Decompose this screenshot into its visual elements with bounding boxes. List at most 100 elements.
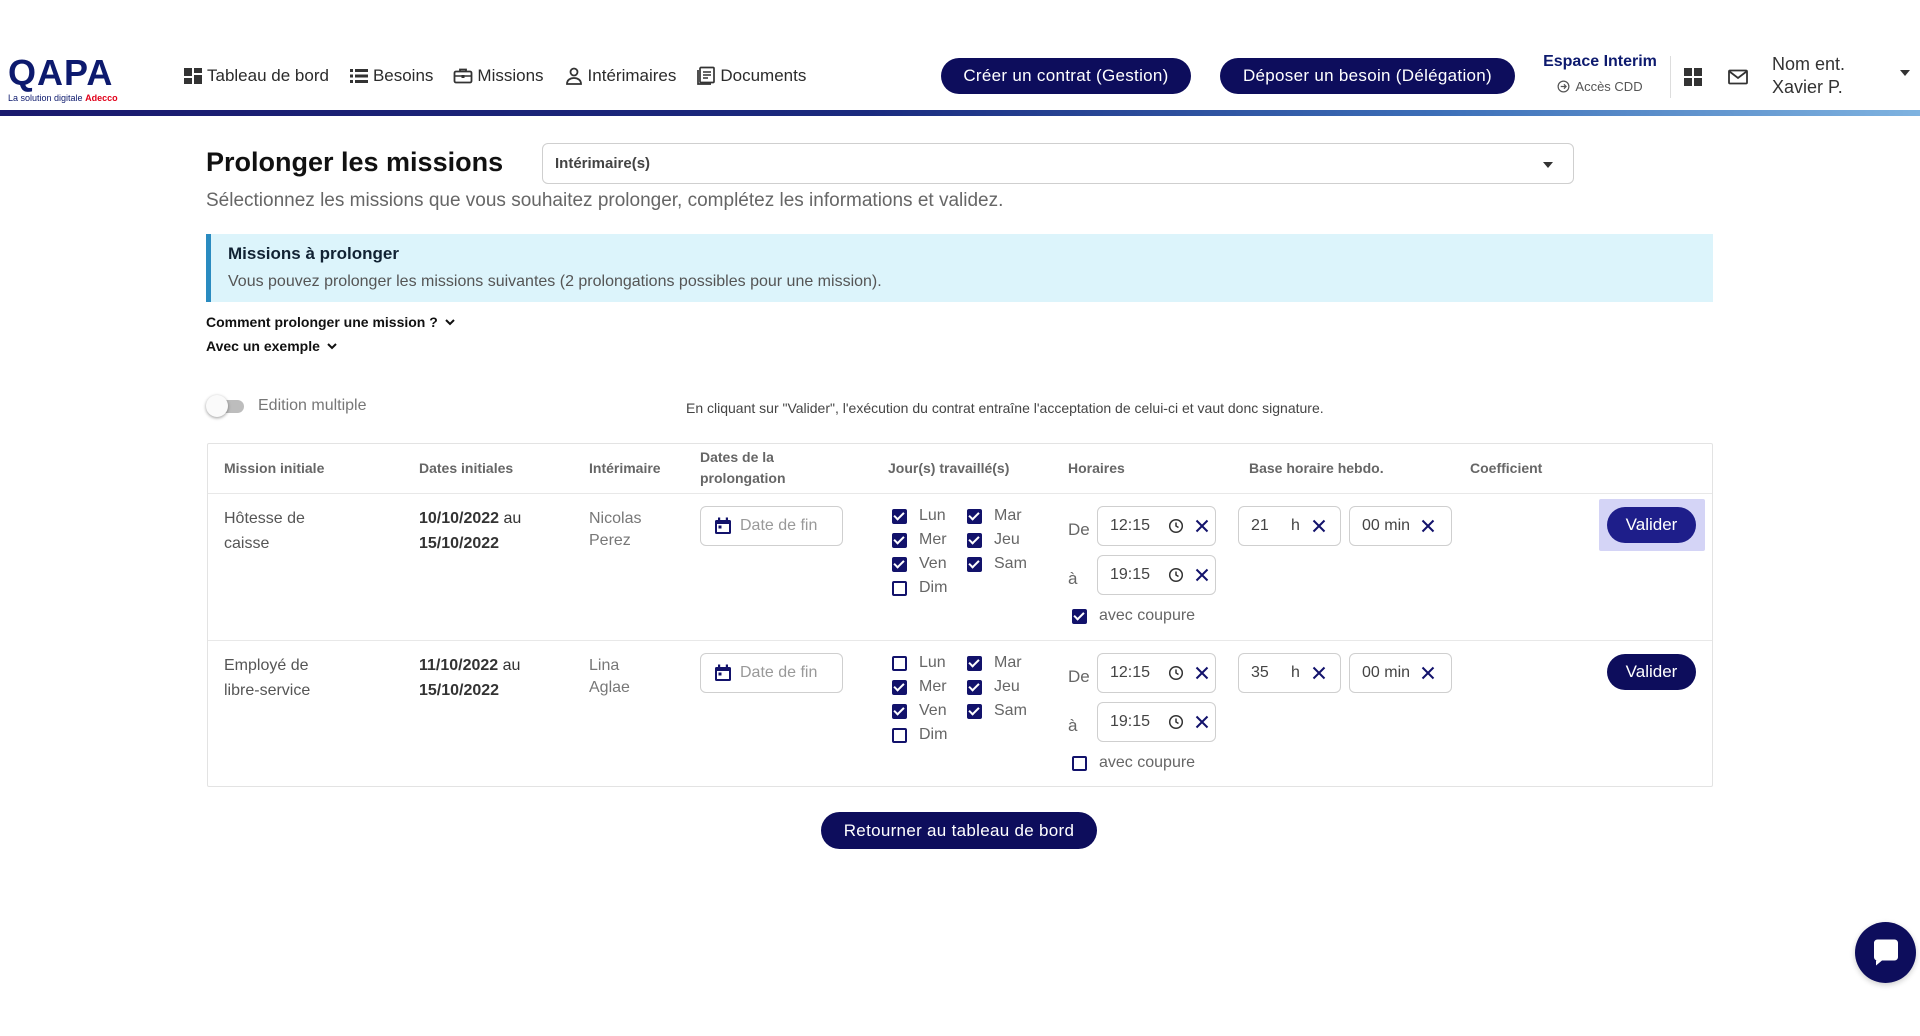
clear-icon[interactable] xyxy=(1194,518,1210,534)
day-checkbox-lun[interactable]: Lun xyxy=(892,507,946,525)
clear-icon[interactable] xyxy=(1420,518,1436,534)
break-checkbox-box[interactable] xyxy=(1072,755,1087,771)
day-checkbox-jeu[interactable]: Jeu xyxy=(967,531,1020,549)
accordion-example[interactable]: Avec un exemple xyxy=(206,338,338,354)
validate-button[interactable]: Valider xyxy=(1607,507,1696,543)
user-caret-icon[interactable] xyxy=(1900,70,1910,76)
clear-icon[interactable] xyxy=(1420,665,1436,681)
weekly-hours-input[interactable]: 21 h xyxy=(1238,506,1341,546)
nav-item-dashboard[interactable]: Tableau de bord xyxy=(183,66,329,86)
day-checkbox-mar[interactable]: Mar xyxy=(967,654,1022,672)
day-label: Jeu xyxy=(994,678,1020,695)
checkbox-mer[interactable] xyxy=(892,679,907,695)
interimaires-select[interactable]: Intérimaire(s) xyxy=(542,143,1574,184)
interim-last-name: Aglae xyxy=(589,679,630,696)
chat-button[interactable] xyxy=(1855,922,1916,983)
initial-dates: 10/10/2022 au 15/10/2022 xyxy=(419,506,521,556)
start-time-input[interactable]: 12:15 xyxy=(1097,653,1216,693)
checkbox-dim[interactable] xyxy=(892,727,907,743)
day-checkbox-sam[interactable]: Sam xyxy=(967,555,1027,573)
espace-interim-switch[interactable]: Espace Interim Accès CDD xyxy=(1540,53,1660,94)
end-date: 15/10/2022 xyxy=(419,682,500,699)
back-to-dashboard-button[interactable]: Retourner au tableau de bord xyxy=(821,812,1097,849)
start-time-input[interactable]: 12:15 xyxy=(1097,506,1216,546)
chat-bubble-icon xyxy=(1873,939,1898,965)
clear-icon[interactable] xyxy=(1311,665,1327,681)
break-checkbox-box[interactable] xyxy=(1072,608,1087,624)
multi-edit-toggle[interactable]: Edition multiple xyxy=(206,395,367,417)
start-time-value: 12:15 xyxy=(1110,517,1151,534)
day-checkbox-ven[interactable]: Ven xyxy=(892,555,947,573)
end-time-input[interactable]: 19:15 xyxy=(1097,702,1216,742)
nav-item-besoins[interactable]: Besoins xyxy=(349,66,433,86)
header-divider xyxy=(1670,56,1671,98)
clear-icon[interactable] xyxy=(1194,567,1210,583)
checkbox-ven[interactable] xyxy=(892,556,907,572)
checkbox-lun[interactable] xyxy=(892,655,907,671)
toggle-switch[interactable] xyxy=(206,395,246,417)
mail-icon[interactable] xyxy=(1727,66,1749,88)
day-checkbox-dim[interactable]: Dim xyxy=(892,726,947,744)
clock-icon[interactable] xyxy=(1168,665,1184,681)
clock-icon[interactable] xyxy=(1168,518,1184,534)
apps-grid-icon[interactable] xyxy=(1682,66,1704,88)
user-company: Nom ent. xyxy=(1772,54,1846,74)
day-checkbox-sam[interactable]: Sam xyxy=(967,702,1027,720)
end-date: 15/10/2022 xyxy=(419,535,500,552)
checkbox-mar[interactable] xyxy=(967,655,982,671)
page-title: Prolonger les missions xyxy=(206,147,504,177)
day-label: Ven xyxy=(919,555,947,572)
nav-item-documents[interactable]: Documents xyxy=(696,66,806,86)
extension-end-date-input[interactable]: Date de fin xyxy=(700,506,843,546)
day-checkbox-mar[interactable]: Mar xyxy=(967,507,1022,525)
weekly-minutes-value: 00 min xyxy=(1362,664,1411,681)
clock-icon[interactable] xyxy=(1168,714,1184,730)
checkbox-ven[interactable] xyxy=(892,703,907,719)
dashboard-icon xyxy=(184,68,202,84)
nav-item-interimaires[interactable]: Intérimaires xyxy=(564,66,677,86)
validate-button[interactable]: Valider xyxy=(1607,654,1696,690)
toggle-knob xyxy=(206,395,228,417)
day-checkbox-jeu[interactable]: Jeu xyxy=(967,678,1020,696)
break-checkbox[interactable]: avec coupure xyxy=(1072,607,1195,625)
nav-label: Intérimaires xyxy=(587,66,677,85)
user-menu[interactable]: Nom ent. Xavier P. xyxy=(1772,53,1845,99)
day-checkbox-ven[interactable]: Ven xyxy=(892,702,947,720)
user-name: Xavier P. xyxy=(1772,77,1843,97)
app-header: QAPA La solution digitale Adecco Tableau… xyxy=(0,0,1920,117)
from-label: De xyxy=(1068,520,1090,539)
weekly-minutes-input[interactable]: 00 min xyxy=(1349,653,1452,693)
col-header-interim: Intérimaire xyxy=(589,460,661,476)
break-checkbox[interactable]: avec coupure xyxy=(1072,754,1195,772)
checkbox-jeu[interactable] xyxy=(967,679,982,695)
espace-sub[interactable]: Accès CDD xyxy=(1540,79,1660,94)
checkbox-lun[interactable] xyxy=(892,508,907,524)
checkbox-mer[interactable] xyxy=(892,532,907,548)
day-checkbox-mer[interactable]: Mer xyxy=(892,531,947,549)
col-header-base: Base horaire hebdo. xyxy=(1249,460,1384,476)
interim-last-name: Perez xyxy=(589,532,631,549)
nav-item-missions[interactable]: Missions xyxy=(453,66,544,86)
checkbox-sam[interactable] xyxy=(967,703,982,719)
checkbox-dim[interactable] xyxy=(892,580,907,596)
deposit-need-button[interactable]: Déposer un besoin (Délégation) xyxy=(1220,58,1515,94)
day-checkbox-lun[interactable]: Lun xyxy=(892,654,946,672)
clear-icon[interactable] xyxy=(1194,714,1210,730)
day-label: Lun xyxy=(919,654,946,671)
accordion-how-to[interactable]: Comment prolonger une mission ? xyxy=(206,314,456,330)
checkbox-jeu[interactable] xyxy=(967,532,982,548)
weekly-minutes-input[interactable]: 00 min xyxy=(1349,506,1452,546)
qapa-logo[interactable]: QAPA La solution digitale Adecco xyxy=(8,55,133,105)
clear-icon[interactable] xyxy=(1311,518,1327,534)
day-checkbox-mer[interactable]: Mer xyxy=(892,678,947,696)
day-checkbox-dim[interactable]: Dim xyxy=(892,579,947,597)
weekly-hours-input[interactable]: 35 h xyxy=(1238,653,1341,693)
checkbox-mar[interactable] xyxy=(967,508,982,524)
end-time-input[interactable]: 19:15 xyxy=(1097,555,1216,595)
break-label: avec coupure xyxy=(1099,754,1196,771)
clock-icon[interactable] xyxy=(1168,567,1184,583)
create-contract-button[interactable]: Créer un contrat (Gestion) xyxy=(941,58,1191,94)
extension-end-date-input[interactable]: Date de fin xyxy=(700,653,843,693)
checkbox-sam[interactable] xyxy=(967,556,982,572)
clear-icon[interactable] xyxy=(1194,665,1210,681)
